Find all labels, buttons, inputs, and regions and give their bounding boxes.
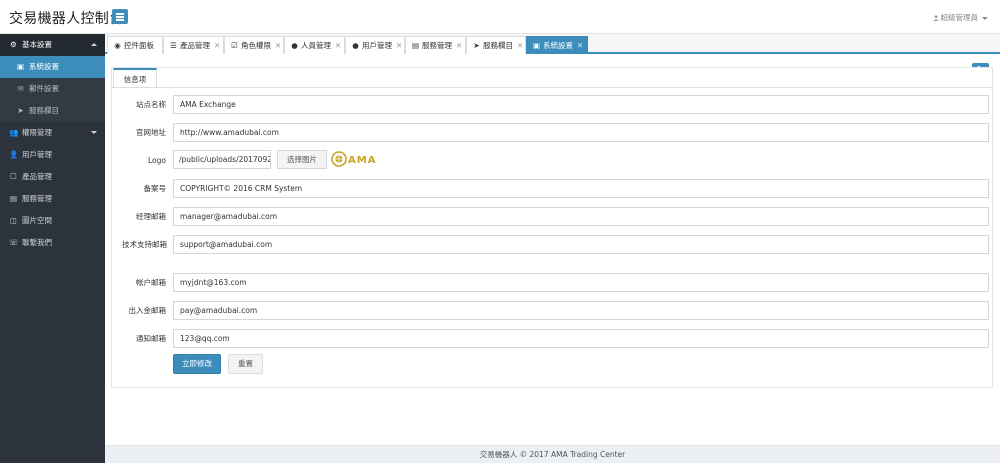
field-label-logo: Logo [148,156,166,165]
field-label-icp: 备案号 [143,184,167,193]
chevron-up-icon [91,43,97,46]
close-icon[interactable]: ✕ [275,37,281,55]
hamburger-icon [116,13,124,15]
notify-email-input[interactable]: 123@qq.com [173,329,989,348]
logo-path-input[interactable]: /public/uploads/20170929/31 [173,150,271,169]
envelope-icon: ✉ [17,84,24,93]
users-icon: 👥 [9,128,19,137]
sliders-icon: ☰ [170,41,177,50]
send-icon: ➤ [473,41,480,50]
sidebar-item-services[interactable]: ▤ 服務管理 [0,188,105,210]
phone-icon: ☏ [9,238,19,247]
tab-info[interactable]: 信息项 [113,68,157,88]
tab-label: 服務管理 [422,41,452,50]
box-icon: ☐ [10,172,17,181]
sidebar-item-products[interactable]: ☐ 產品管理 [0,166,105,188]
sidebar-item-label: 用戶管理 [22,150,52,159]
tab-strip: ◉ 控件面板 ☰ 產品管理 ✕ ☑ 角色權限 ✕ ● 人員管理 ✕ ● 用戶管理 ✕ ▤ 服務管理 ✕… [105,34,1000,54]
ama-logo-image: AMA [331,151,376,167]
tab-staff[interactable]: ● 人員管理 ✕ [284,36,345,54]
close-icon[interactable]: ✕ [214,37,220,55]
sidebar-item-label: 服務欄目 [29,106,59,115]
settings-panel-icon: ▣ [532,41,541,50]
tab-label: 服務欄目 [483,41,513,50]
account-email-input[interactable]: myjdnt@163.com [173,273,989,292]
tab-divider [112,87,992,88]
sidebar-item-contact[interactable]: ☏ 聯繫我們 [0,232,105,254]
submit-button[interactable]: 立即修改 [173,354,221,374]
sidebar-item-label: 權限管理 [22,128,52,137]
top-bar: 交易機器人控制台 超級管理員 [0,0,1000,34]
field-label-website: 官网地址 [136,128,166,137]
menu-toggle-button[interactable] [112,9,128,24]
sidebar-item-label: 圖片空間 [22,216,52,225]
close-icon[interactable]: ✕ [456,37,462,55]
user-icon: 👤 [9,150,19,159]
logo-text: AMA [348,155,376,166]
tab-label: 產品管理 [180,41,210,50]
cogs-icon: ⚙ [10,40,17,49]
close-icon[interactable]: ✕ [577,37,583,55]
sidebar-item-image-space[interactable]: ◫ 圖片空間 [0,210,105,232]
chevron-down-icon [982,16,988,20]
sidebar-item-label: 服務管理 [22,194,52,203]
field-label-funds-email: 出入金邮箱 [128,306,167,315]
sidebar-item-label: 郵件設置 [29,84,59,93]
tab-users[interactable]: ● 用戶管理 ✕ [345,36,405,54]
user-icon [932,15,939,21]
tab-dashboard[interactable]: ◉ 控件面板 [107,36,163,54]
funds-email-input[interactable]: pay@amadubai.com [173,301,989,320]
icp-input[interactable]: COPYRIGHT© 2016 CRM System [173,179,989,198]
field-label-site-name: 站点名称 [136,100,166,109]
sidebar-item-users[interactable]: 👤 用戶管理 [0,144,105,166]
image-icon: ◫ [9,216,18,225]
choose-image-button[interactable]: 选择图片 [277,150,327,169]
tab-label: 系統設置 [543,41,573,50]
sidebar-item-basic-settings[interactable]: ⚙ 基本設置 [0,34,105,56]
sidebar-item-mail-settings[interactable]: ✉ 郵件設置 [0,78,105,100]
user-name: 超級管理員 [940,13,979,22]
sidebar-item-label: 基本設置 [22,40,52,49]
reset-button[interactable]: 重置 [228,354,263,374]
check-icon: ☑ [231,41,238,50]
tab-role-permissions[interactable]: ☑ 角色權限 ✕ [224,36,284,54]
footer: 交易機器人 © 2017 AMA Trading Center [105,445,1000,463]
settings-panel-icon: ▣ [16,62,25,71]
user-menu[interactable]: 超級管理員 [932,12,988,23]
field-label-account-email: 帐户邮箱 [136,278,166,287]
sidebar-item-label: 系統設置 [29,62,59,71]
sidebar-item-label: 聯繫我們 [22,238,52,247]
sidebar-item-label: 產品管理 [22,172,52,181]
field-label-manager-email: 经理邮箱 [136,212,166,221]
manager-email-input[interactable]: manager@amadubai.com [173,207,989,226]
sidebar-item-system-settings[interactable]: ▣ 系統設置 [0,56,105,78]
user-icon: ● [291,41,298,50]
close-icon[interactable]: ✕ [517,37,523,55]
app-brand[interactable]: 交易機器人控制台 [9,8,123,28]
document-icon: ▤ [411,41,420,50]
close-icon[interactable]: ✕ [335,37,341,55]
sidebar-item-service-columns[interactable]: ➤ 服務欄目 [0,100,105,122]
tab-label: 人員管理 [301,41,331,50]
user-icon: ● [352,41,359,50]
field-label-notify-email: 通知邮箱 [136,334,166,343]
tab-label: 控件面板 [124,41,154,50]
tab-products[interactable]: ☰ 產品管理 ✕ [163,36,224,54]
dashboard-icon: ◉ [114,41,121,50]
tab-label: 用戶管理 [362,41,392,50]
chevron-down-icon [91,131,97,134]
document-icon: ▤ [9,194,18,203]
site-name-input[interactable]: AMA Exchange [173,95,989,114]
support-email-input[interactable]: support@amadubai.com [173,235,989,254]
sidebar-item-permissions[interactable]: 👥 權限管理 [0,122,105,144]
tab-label: 角色權限 [241,41,271,50]
tab-system-settings[interactable]: ▣ 系統設置 ✕ [526,36,588,54]
sidebar: ⚙ 基本設置 ▣ 系統設置 ✉ 郵件設置 ➤ 服務欄目 👥 權限管理 👤 用戶管理 ☐ 產品管… [0,34,105,463]
close-icon[interactable]: ✕ [396,37,402,55]
send-icon: ➤ [17,106,24,115]
tab-services[interactable]: ▤ 服務管理 ✕ [405,36,466,54]
field-label-support-email: 技术支持邮箱 [122,240,167,249]
website-input[interactable]: http://www.amadubai.com [173,123,989,142]
tab-service-columns[interactable]: ➤ 服務欄目 ✕ [466,36,526,54]
